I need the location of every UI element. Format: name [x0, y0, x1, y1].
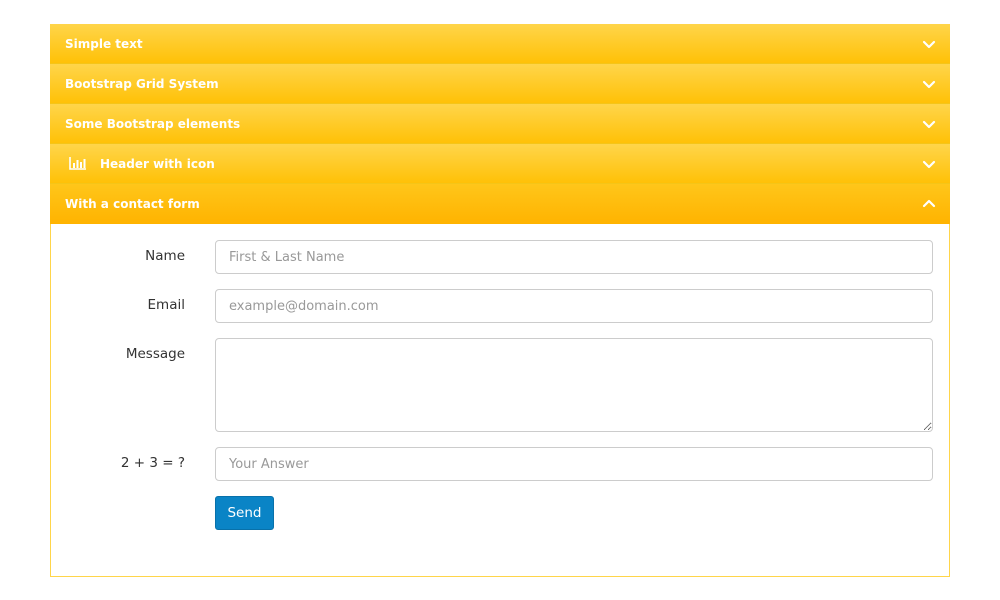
- panel-title: With a contact form: [65, 197, 200, 211]
- email-input[interactable]: [215, 289, 933, 323]
- send-button[interactable]: Send: [215, 496, 274, 530]
- captcha-answer-input[interactable]: [215, 447, 933, 481]
- chevron-down-icon: [922, 160, 936, 169]
- name-label: Name: [145, 248, 185, 264]
- bar-chart-icon: [69, 157, 86, 170]
- panel-title: Bootstrap Grid System: [65, 77, 219, 91]
- name-input[interactable]: [215, 240, 933, 274]
- panel-header-header-with-icon[interactable]: Header with icon: [50, 144, 950, 184]
- panel-title: Simple text: [65, 37, 143, 51]
- panel-header-bootstrap-grid-system[interactable]: Bootstrap Grid System: [50, 64, 950, 104]
- email-label: Email: [147, 297, 185, 313]
- captcha-label: 2 + 3 = ?: [120, 455, 185, 471]
- panel-title: Header with icon: [100, 157, 215, 171]
- panel-header-some-bootstrap-elements[interactable]: Some Bootstrap elements: [50, 104, 950, 144]
- message-textarea[interactable]: [215, 338, 933, 432]
- chevron-down-icon: [922, 40, 936, 49]
- chevron-down-icon: [922, 80, 936, 89]
- chevron-down-icon: [922, 120, 936, 129]
- panel-header-simple-text[interactable]: Simple text: [50, 24, 950, 64]
- panel-title: Some Bootstrap elements: [65, 117, 241, 131]
- message-label: Message: [125, 346, 185, 362]
- contact-form-panel-body: Name Email Message 2 + 3 = ? Send: [50, 224, 950, 577]
- chevron-up-icon: [922, 199, 936, 208]
- panel-header-with-a-contact-form[interactable]: With a contact form: [50, 184, 950, 224]
- accordion: Simple text Bootstrap Grid System Some B…: [50, 24, 950, 577]
